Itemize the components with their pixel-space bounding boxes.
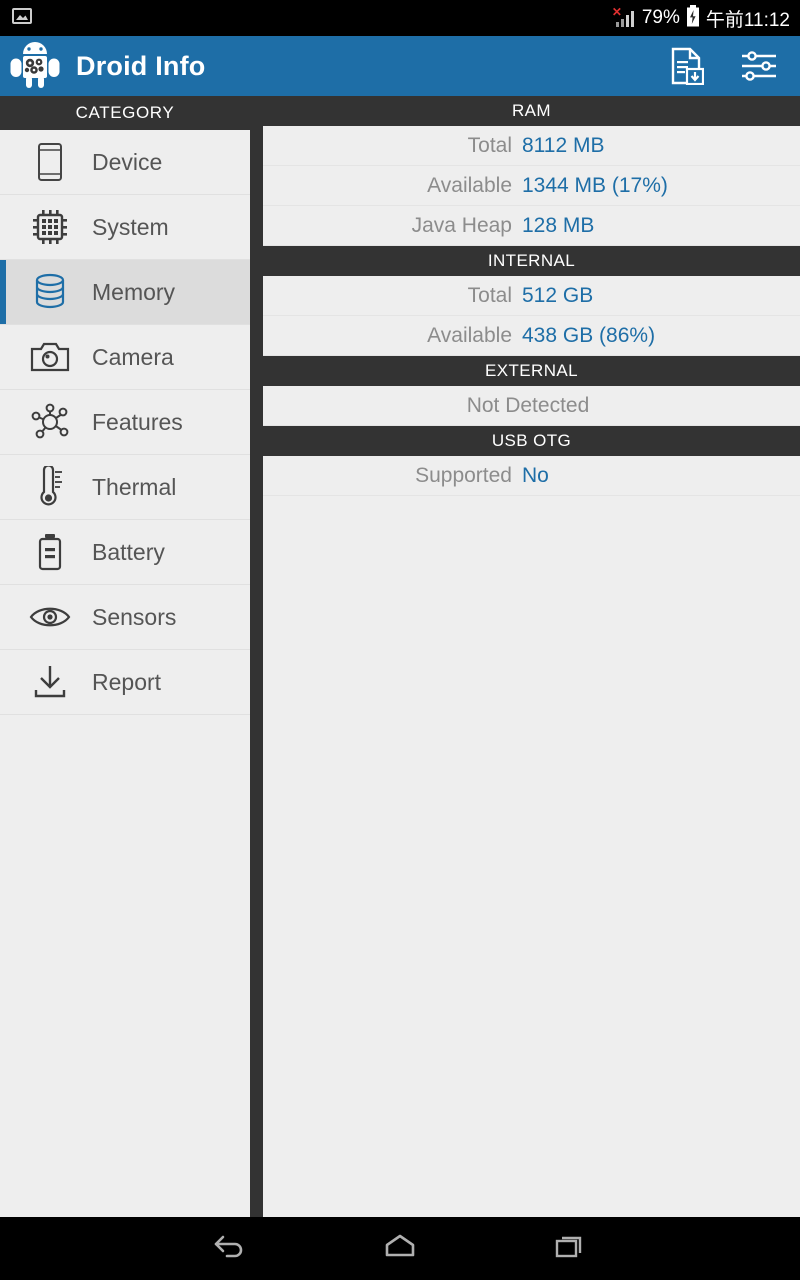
status-bar-indicators: ✕ 79% 午前11:12 (612, 4, 790, 32)
row-label: Supported (415, 463, 512, 487)
sliders-settings-icon[interactable] (740, 49, 778, 83)
info-row: Available 1344 MB (17%) (263, 166, 800, 206)
page-title: Droid Info (76, 50, 206, 81)
recents-icon (554, 1232, 586, 1265)
sidebar-item-label: System (92, 213, 169, 240)
nav-home-button[interactable] (315, 1233, 485, 1264)
download-icon (18, 664, 82, 700)
status-bar-notifications (12, 7, 32, 30)
cpu-chip-icon (18, 208, 82, 246)
clock-text: 午前11:12 (705, 9, 790, 31)
info-row: Total 8112 MB (263, 126, 800, 166)
android-droid-logo (8, 38, 62, 95)
sidebar-item-label: Camera (92, 343, 174, 370)
signal-no-service-icon: ✕ (612, 6, 636, 28)
sidebar-item-device[interactable]: Device (0, 130, 250, 195)
back-icon (213, 1233, 247, 1264)
sidebar-item-label: Device (92, 148, 163, 175)
section-header-external: EXTERNAL (260, 356, 800, 386)
row-label: Available (427, 173, 512, 197)
info-row: Supported No (263, 456, 800, 496)
sidebar-item-label: Report (92, 668, 162, 695)
image-icon (12, 7, 32, 30)
phone-icon (18, 142, 82, 182)
battery-charging-icon (686, 4, 700, 32)
app-screen: ✕ 79% 午前11:12 Droid Info CATEGORY Device… (0, 0, 800, 1280)
row-value: 8112 MB (522, 133, 605, 157)
sidebar-item-thermal[interactable]: Thermal (0, 455, 250, 520)
sidebar-item-system[interactable]: System (0, 195, 250, 260)
thermometer-icon (18, 466, 82, 508)
info-row: Total 512 GB (263, 276, 800, 316)
database-icon (18, 272, 82, 312)
battery-percent-text: 79% (641, 7, 680, 28)
info-row: Java Heap 128 MB (263, 206, 800, 246)
memory-detail-pane: RAM Total 8112 MB Available 1344 MB (17%… (260, 96, 800, 1280)
category-sidebar: CATEGORY Device System Memory Camera Fea… (0, 96, 250, 1217)
system-navigation-bar (0, 1217, 800, 1280)
row-label: Java Heap (411, 213, 512, 237)
sidebar-item-memory[interactable]: Memory (0, 260, 250, 325)
row-value: 512 GB (522, 283, 594, 307)
sidebar-item-report[interactable]: Report (0, 650, 250, 715)
nav-back-button[interactable] (145, 1233, 315, 1264)
sidebar-item-label: Features (92, 408, 183, 435)
eye-icon (18, 603, 82, 631)
app-bar-actions (670, 47, 778, 86)
row-label: Total (467, 283, 512, 307)
section-header-ram: RAM (260, 96, 800, 126)
sidebar-item-sensors[interactable]: Sensors (0, 585, 250, 650)
info-row: Available 438 GB (86%) (263, 316, 800, 356)
sidebar-item-camera[interactable]: Camera (0, 325, 250, 390)
home-icon (383, 1233, 417, 1264)
molecule-icon (18, 403, 82, 441)
row-value: 438 GB (86%) (522, 323, 656, 347)
sidebar-item-label: Thermal (92, 473, 177, 500)
row-value: No (522, 463, 549, 487)
section-header-internal: INTERNAL (260, 246, 800, 276)
sidebar-item-label: Memory (92, 278, 176, 305)
row-value: 1344 MB (17%) (522, 173, 668, 197)
info-row: Not Detected (263, 386, 800, 426)
row-label: Available (427, 323, 512, 347)
category-header: CATEGORY (0, 96, 250, 130)
status-bar: ✕ 79% 午前11:12 (0, 0, 800, 36)
sidebar-item-label: Battery (92, 538, 165, 565)
nav-recents-button[interactable] (485, 1232, 655, 1265)
app-bar: Droid Info (0, 36, 800, 96)
sidebar-item-features[interactable]: Features (0, 390, 250, 455)
section-header-usb-otg: USB OTG (260, 426, 800, 456)
sidebar-item-label: Sensors (92, 603, 177, 630)
row-value: 128 MB (522, 213, 595, 237)
row-status-text: Not Detected (466, 393, 590, 417)
document-download-icon[interactable] (670, 47, 705, 86)
sidebar-item-battery[interactable]: Battery (0, 520, 250, 585)
detail-empty-space (263, 496, 800, 1280)
content-area: CATEGORY Device System Memory Camera Fea… (0, 96, 800, 1280)
battery-icon (18, 532, 82, 572)
camera-icon (18, 341, 82, 373)
row-label: Total (467, 133, 512, 157)
